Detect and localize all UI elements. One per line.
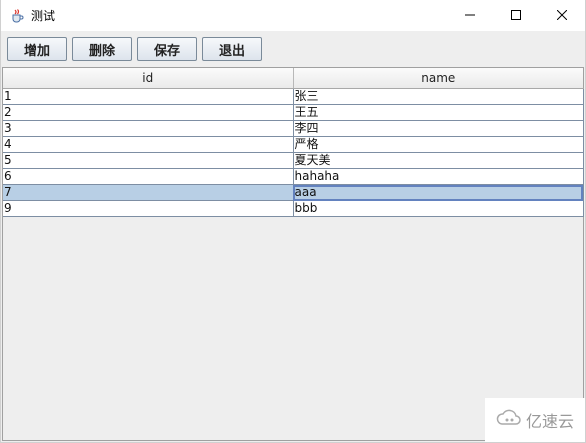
window-title: 测试	[31, 9, 56, 23]
column-header-name[interactable]: name	[293, 68, 583, 89]
column-header-id[interactable]: id	[3, 68, 294, 89]
watermark-text: 亿速云	[525, 412, 574, 431]
cell-id[interactable]: 9	[3, 200, 294, 217]
watermark: 亿速云	[485, 398, 585, 442]
cell-id[interactable]: 3	[3, 120, 294, 137]
data-table: id name 1 张三 2 王五 3 李四 4 严格 5 夏天美 6 haha…	[3, 68, 584, 217]
table-header-row: id name	[3, 68, 583, 89]
table-row[interactable]: 6 hahaha	[3, 168, 584, 185]
cell-name[interactable]: 严格	[293, 136, 584, 153]
cell-id[interactable]: 2	[3, 104, 294, 121]
close-icon	[556, 9, 568, 23]
table-row[interactable]: 5 夏天美	[3, 152, 584, 169]
window-controls	[447, 0, 585, 31]
cell-name[interactable]: 张三	[293, 88, 584, 105]
app-window: 测试 增加 删除 保存 退出 id name 1 张三 2 王五 3 李四 4 …	[0, 0, 586, 443]
cell-id[interactable]: 6	[3, 168, 294, 185]
table-row[interactable]: 1 张三	[3, 88, 584, 105]
cloud-logo-icon	[496, 409, 522, 431]
cell-id[interactable]: 1	[3, 88, 294, 105]
table-row[interactable]: 3 李四	[3, 120, 584, 137]
title-bar[interactable]: 测试	[1, 0, 585, 31]
add-button[interactable]: 增加	[7, 37, 67, 61]
data-table-container[interactable]: id name 1 张三 2 王五 3 李四 4 严格 5 夏天美 6 haha…	[2, 67, 584, 441]
cell-name[interactable]: hahaha	[293, 168, 584, 185]
cell-name[interactable]: bbb	[293, 200, 584, 217]
toolbar: 增加 删除 保存 退出	[1, 31, 585, 66]
maximize-button[interactable]	[493, 0, 539, 31]
table-row[interactable]: 9 bbb	[3, 200, 584, 217]
maximize-icon	[511, 9, 521, 23]
cell-name-focused[interactable]: aaa	[293, 184, 584, 201]
java-cup-icon	[9, 8, 25, 24]
save-button[interactable]: 保存	[137, 37, 197, 61]
cell-name[interactable]: 李四	[293, 120, 584, 137]
minimize-icon	[465, 9, 475, 23]
minimize-button[interactable]	[447, 0, 493, 31]
cell-id[interactable]: 4	[3, 136, 294, 153]
cell-name[interactable]: 王五	[293, 104, 584, 121]
cell-id[interactable]: 7	[3, 184, 294, 201]
close-button[interactable]	[539, 0, 585, 31]
delete-button[interactable]: 删除	[72, 37, 132, 61]
cell-name[interactable]: 夏天美	[293, 152, 584, 169]
table-row[interactable]: 2 王五	[3, 104, 584, 121]
table-row-selected[interactable]: 7 aaa	[3, 184, 584, 201]
cell-id[interactable]: 5	[3, 152, 294, 169]
exit-button[interactable]: 退出	[202, 37, 262, 61]
table-row[interactable]: 4 严格	[3, 136, 584, 153]
